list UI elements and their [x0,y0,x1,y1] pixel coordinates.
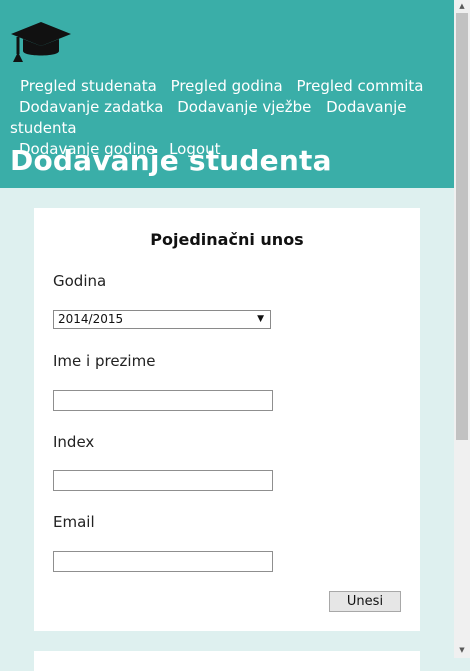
vertical-scrollbar[interactable]: ▲ ▼ [454,0,470,658]
nav-pregled-studenata[interactable]: Pregled studenata [20,77,157,95]
name-input[interactable] [53,390,273,411]
nav-pregled-godina[interactable]: Pregled godina [171,77,283,95]
nav-dodavanje-vjezbe[interactable]: Dodavanje vježbe [177,98,311,116]
nav-pregled-commita[interactable]: Pregled commita [297,77,424,95]
email-input[interactable] [53,551,273,572]
scroll-down-arrow-icon[interactable]: ▼ [454,644,470,656]
bulk-entry-card [34,651,420,671]
name-label: Ime i prezime [53,352,156,370]
single-entry-form: Pojedinačni unos Godina 2014/2015 ▼ Ime … [34,208,420,631]
chevron-down-icon: ▼ [257,314,264,324]
scroll-up-arrow-icon[interactable]: ▲ [454,0,470,12]
index-label: Index [53,433,95,451]
page-title: Dodavanje studenta [10,144,332,177]
form-heading: Pojedinačni unos [150,230,304,249]
index-input[interactable] [53,470,273,491]
submit-button[interactable]: Unesi [329,591,401,612]
header: Pregled studenata Pregled godina Pregled… [0,0,454,188]
year-label: Godina [53,272,107,290]
scrollbar-thumb[interactable] [456,13,468,440]
year-select-value: 2014/2015 [58,312,124,326]
year-select[interactable]: 2014/2015 ▼ [53,310,271,329]
email-label: Email [53,513,95,531]
graduation-cap-icon[interactable] [9,18,73,64]
nav-dodavanje-zadatka[interactable]: Dodavanje zadatka [19,98,163,116]
page: Pregled studenata Pregled godina Pregled… [0,0,454,671]
